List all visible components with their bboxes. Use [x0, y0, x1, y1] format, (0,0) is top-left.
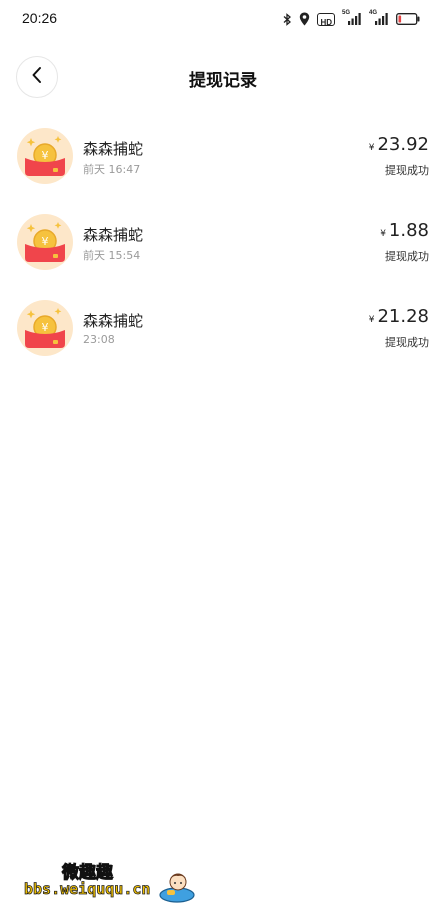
record-amount: ¥ 21.28: [369, 306, 429, 327]
hd-icon: HD: [317, 12, 335, 27]
hd-label: HD: [320, 17, 332, 27]
record-status: 提现成功: [385, 336, 429, 349]
status-time: 20:26: [22, 10, 58, 26]
record-amount: ¥ 23.92: [369, 134, 429, 155]
amount-value: 21.28: [377, 306, 429, 327]
status-icons: HD 5G 4G: [283, 9, 420, 29]
bluetooth-icon: [283, 12, 292, 26]
record-status: 提现成功: [385, 164, 429, 177]
currency-symbol: ¥: [368, 315, 375, 325]
svg-text:¥: ¥: [42, 321, 49, 334]
currency-symbol: ¥: [380, 229, 386, 239]
currency-symbol: ¥: [368, 143, 375, 153]
page-title: 提现记录: [189, 71, 257, 91]
amount-value: 1.88: [388, 220, 429, 241]
svg-text:¥: ¥: [42, 235, 49, 248]
watermark: 微趣趣 bbs.weiququ.cn: [24, 854, 204, 910]
status-bar: 20:26 HD 5G 4G: [0, 0, 446, 38]
signal-5g-icon: 5G: [342, 10, 362, 26]
watermark-url: bbs.weiququ.cn: [24, 880, 151, 899]
record-name: 森森捕蛇: [83, 140, 144, 158]
record-row[interactable]: ¥ 森森捕蛇 23:08 ¥ 21.28 提现成功: [0, 294, 446, 380]
record-time: 23:08: [83, 333, 115, 346]
withdrawal-record-list: ¥ 森森捕蛇 前天 16:47 ¥ 23.92 提现成功 ¥ 森森捕蛇 前天 1…: [0, 122, 446, 380]
amount-value: 23.92: [377, 134, 429, 155]
record-amount: ¥ 1.88: [380, 220, 429, 241]
red-envelope-icon: ¥: [17, 300, 73, 356]
red-envelope-icon: ¥: [17, 128, 73, 184]
record-name: 森森捕蛇: [83, 226, 144, 244]
record-time: 前天 15:54: [83, 249, 141, 262]
red-envelope-icon: ¥: [17, 214, 73, 270]
record-name: 森森捕蛇: [83, 312, 144, 330]
mascot-icon: [158, 866, 196, 908]
svg-text:¥: ¥: [42, 149, 49, 162]
header: 提现记录: [0, 52, 446, 102]
record-time: 前天 16:47: [83, 163, 141, 176]
record-row[interactable]: ¥ 森森捕蛇 前天 15:54 ¥ 1.88 提现成功: [0, 208, 446, 294]
location-icon: [299, 12, 310, 26]
signal-4g-icon: 4G: [369, 10, 389, 26]
record-row[interactable]: ¥ 森森捕蛇 前天 16:47 ¥ 23.92 提现成功: [0, 122, 446, 208]
battery-low-icon: [396, 13, 420, 25]
record-status: 提现成功: [385, 250, 429, 263]
